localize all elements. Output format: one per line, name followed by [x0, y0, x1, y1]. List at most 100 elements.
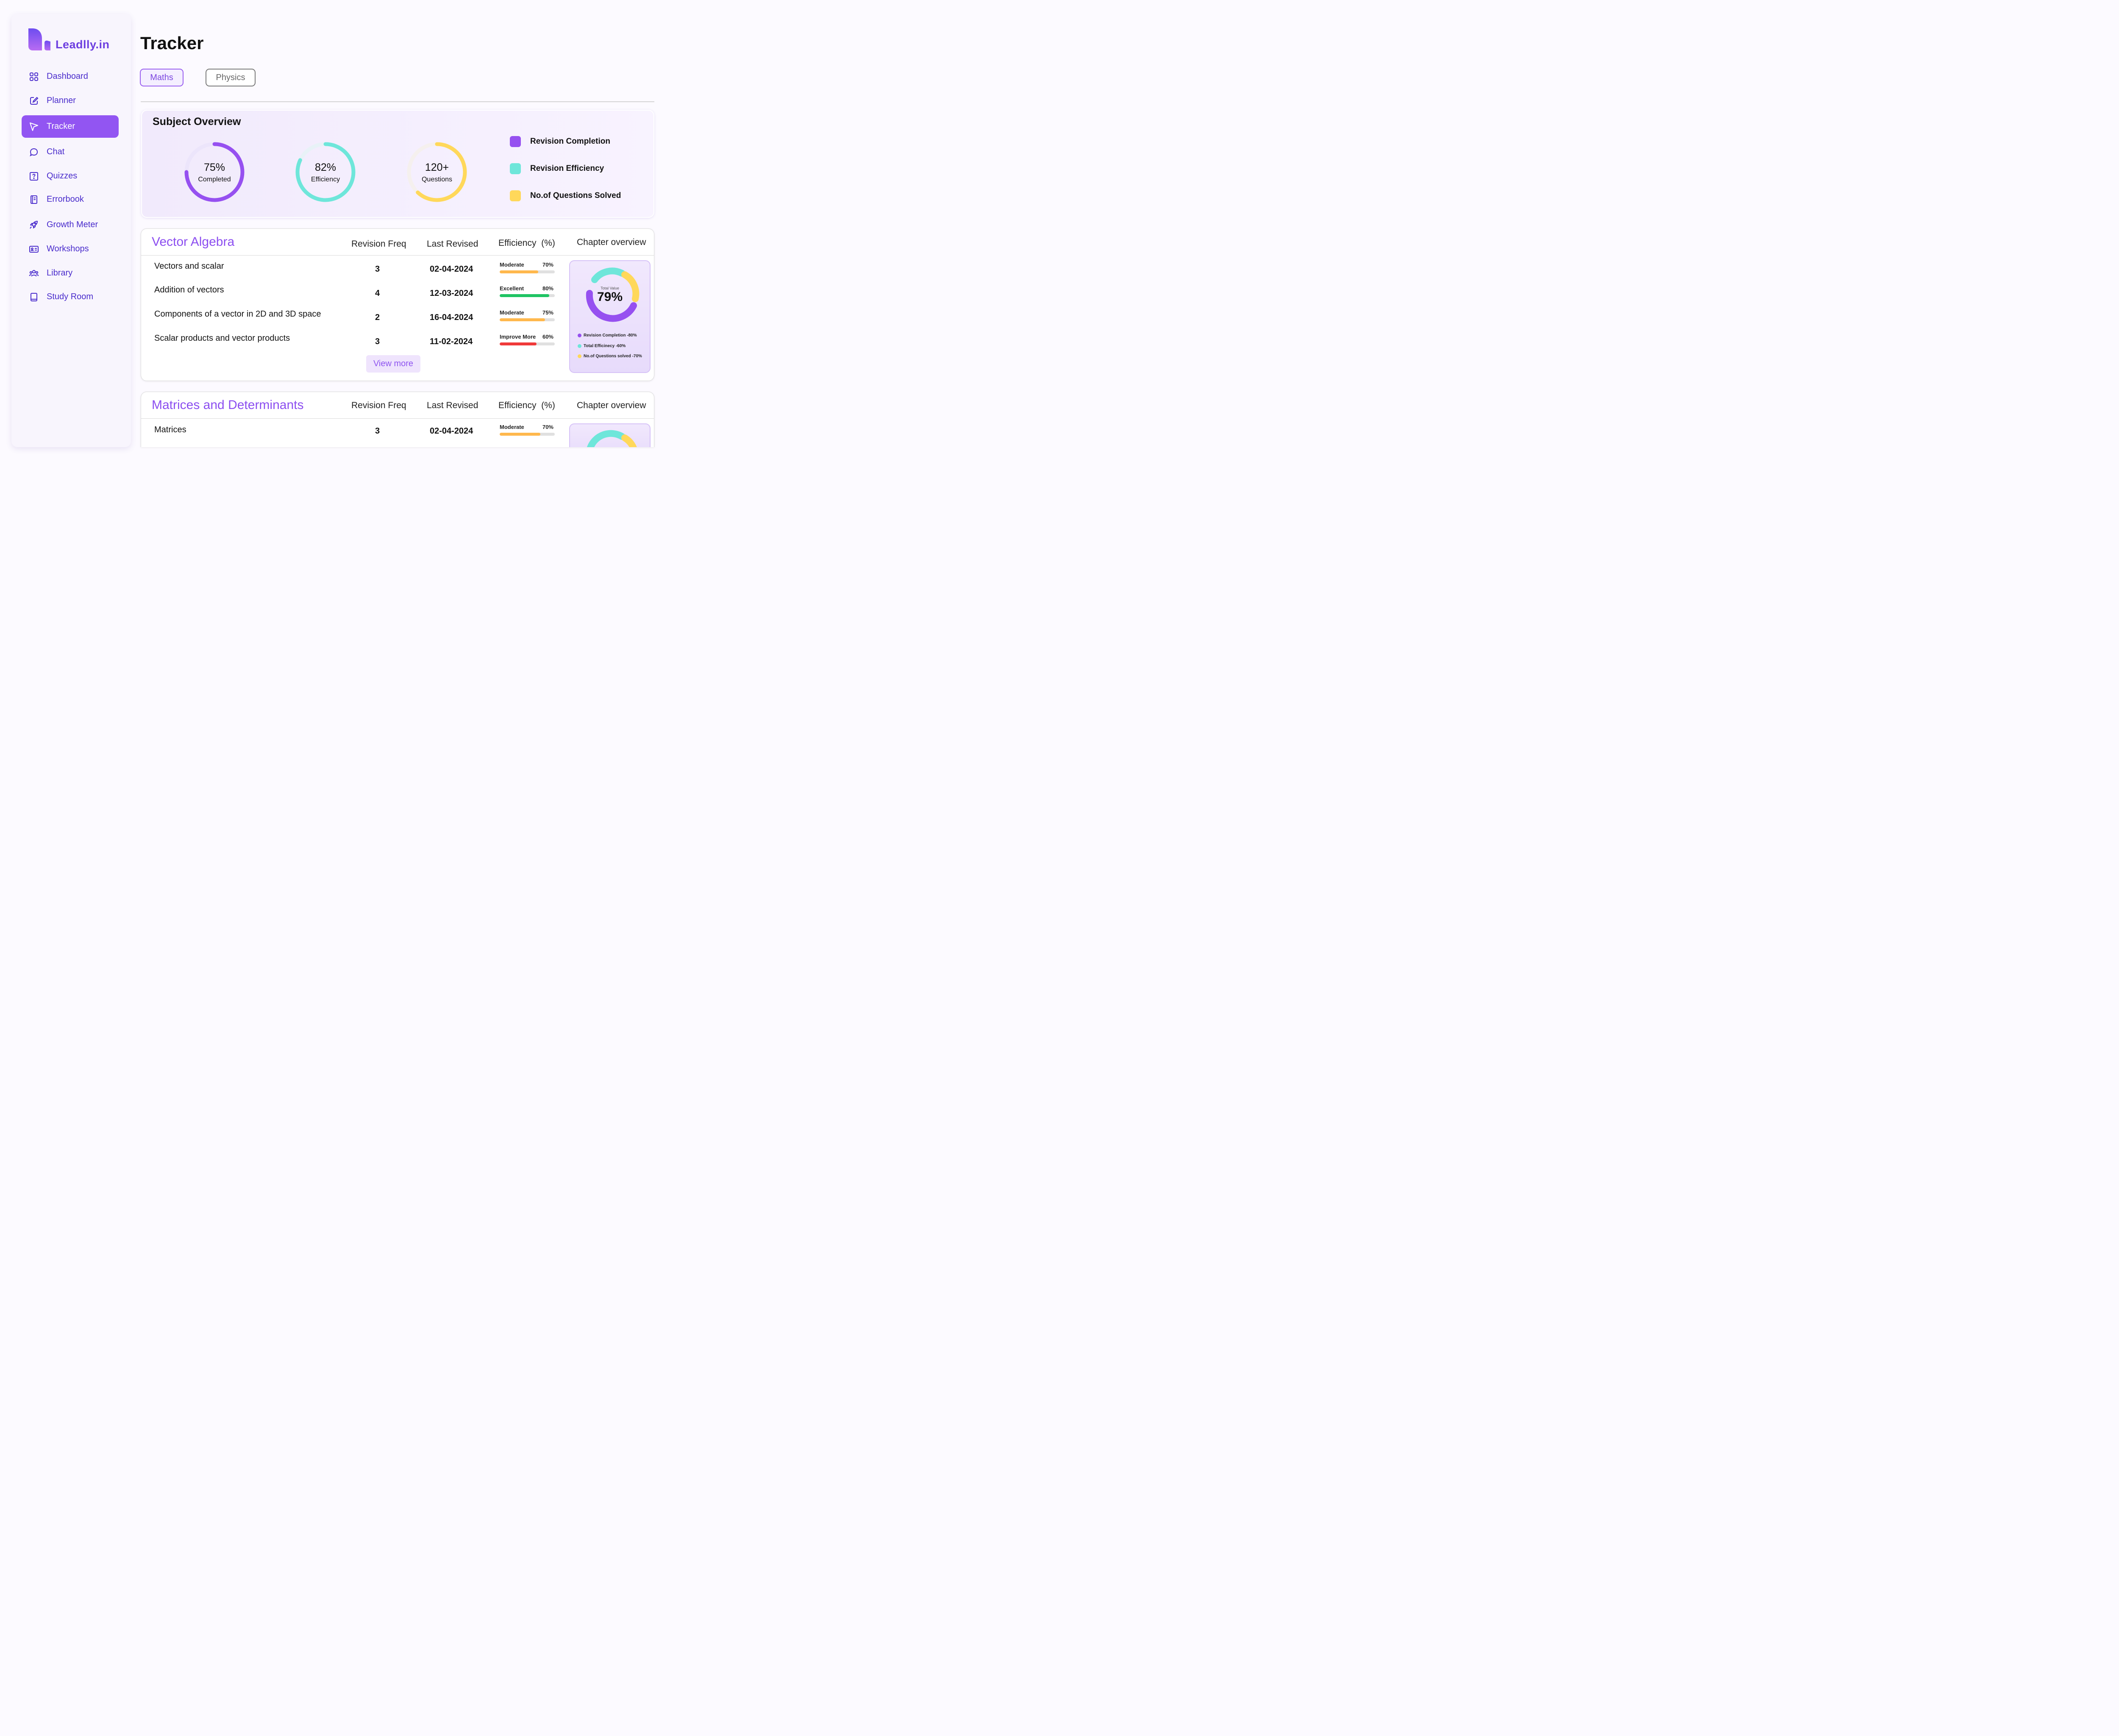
sidebar-item-label: Quizzes [47, 171, 78, 181]
sidebar-item-tracker[interactable]: Tracker [22, 115, 119, 138]
legend-dot [578, 334, 581, 337]
book-icon [29, 195, 39, 205]
donut-segment-efficiency [587, 430, 626, 447]
total-value: 79% [597, 290, 623, 304]
users-icon [29, 268, 39, 278]
legend-value: -60% [615, 344, 626, 348]
topic-name: Scalar products and vector products [154, 334, 290, 343]
legend-value: -80% [627, 333, 637, 338]
sidebar-item-library[interactable]: Library [22, 262, 119, 284]
legend-label: Revision Completion [530, 137, 610, 146]
header-divider [141, 101, 654, 102]
efficiency-caption: Efficiency [311, 176, 340, 183]
sidebar-item-quizzes[interactable]: Quizzes [22, 165, 119, 187]
topic-freq: 3 [375, 264, 380, 274]
col-header-efficiency: Efficiency (%) [498, 238, 555, 248]
topic-freq: 2 [375, 313, 380, 322]
col-header-last-revised: Last Revised [427, 401, 478, 410]
donut-segment-efficiency [591, 267, 626, 283]
brand-name: Leadlly.in [56, 38, 110, 51]
sidebar-item-study-room[interactable]: Study Room [22, 286, 119, 308]
topic-last-revised: 02-04-2024 [430, 264, 473, 274]
efficiency-bar [500, 342, 555, 345]
col-header-efficiency: Efficiency (%) [498, 401, 555, 411]
sidebar-item-label: Growth Meter [47, 220, 98, 229]
sidebar-item-planner[interactable]: Planner [22, 89, 119, 112]
efficiency-bar [500, 433, 555, 436]
sidebar-item-dashboard[interactable]: Dashboard [22, 65, 119, 88]
leadlly-logo-icon [28, 28, 50, 50]
completion-caption: Completed [198, 176, 231, 183]
efficiency-bar-fill [500, 270, 538, 273]
tab-maths[interactable]: Maths [140, 69, 184, 86]
sidebar-item-label: Planner [47, 96, 76, 105]
donut-segment-questions [621, 434, 637, 447]
topic-name: Components of a vector in 2D and 3D spac… [154, 309, 321, 319]
legend-label: Total Efficinecy [584, 344, 615, 348]
sidebar-item-chat[interactable]: Chat [22, 141, 119, 163]
efficiency-bar-fill [500, 294, 549, 297]
question-icon [29, 171, 39, 181]
efficiency-bar [500, 294, 555, 297]
sidebar-item-label: Study Room [47, 292, 94, 301]
overview-legend-questions-solved: No.of Questions solved -70% [578, 354, 642, 359]
sidebar-item-growth-meter[interactable]: Growth Meter [22, 214, 119, 236]
topic-efficiency: Improve More 60% [500, 334, 555, 345]
efficiency-status: Moderate [500, 309, 524, 316]
efficiency-percent: 70% [542, 424, 553, 430]
chapter-overview-card[interactable] [569, 423, 651, 447]
chapter-overview-donut [587, 430, 637, 447]
completion-value: 75% [203, 161, 225, 173]
chapter-header-divider [141, 255, 654, 256]
topic-last-revised: 11-02-2024 [430, 337, 473, 346]
legend-label: Revision Efficiency [530, 164, 604, 173]
efficiency-bar [500, 318, 555, 321]
efficiency-status: Improve More [500, 334, 536, 340]
sidebar-item-label: Dashboard [47, 72, 88, 81]
legend-dot [578, 344, 581, 348]
questions-ring: 120+ Questions [406, 141, 468, 203]
sidebar-item-workshops[interactable]: Workshops [22, 238, 119, 260]
sidebar: Leadlly.in Dashboard Planner Tracker Cha… [11, 14, 131, 447]
tablet-icon [29, 292, 39, 302]
sidebar-item-label: Errorbook [47, 195, 84, 204]
topic-last-revised: 02-04-2024 [430, 426, 473, 436]
col-header-revision-freq: Revision Freq [351, 401, 406, 410]
efficiency-status: Moderate [500, 424, 524, 430]
topic-efficiency: Moderate 70% [500, 424, 555, 436]
sidebar-item-errorbook[interactable]: Errorbook [22, 188, 119, 211]
efficiency-percent: 75% [542, 309, 553, 316]
topic-freq: 4 [375, 289, 380, 298]
sidebar-item-label: Library [47, 268, 73, 278]
col-header-efficiency-unit: (%) [541, 238, 555, 248]
topic-name: Vectors and scalar [154, 262, 224, 271]
completion-ring: 75% Completed [184, 141, 245, 203]
chat-icon [29, 147, 39, 157]
efficiency-bar-fill [500, 342, 537, 345]
chapter-overview-card[interactable]: Total Value 79% Revision Completion -80%… [569, 260, 651, 373]
id-card-icon [29, 244, 39, 254]
legend-dot [578, 354, 581, 358]
legend-revision-efficiency: Revision Efficiency [510, 163, 604, 174]
topic-name: Addition of vectors [154, 285, 224, 295]
legend-questions-solved: No.of Questions Solved [510, 190, 621, 201]
col-header-revision-freq: Revision Freq [351, 239, 406, 249]
cursor-icon [29, 122, 39, 132]
chapter-card-matrices: Matrices and Determinants Revision Freq … [141, 392, 654, 447]
col-header-efficiency-label: Efficiency [498, 238, 537, 248]
efficiency-bar-fill [500, 433, 541, 436]
efficiency-percent: 80% [542, 285, 553, 292]
grid-icon [29, 72, 39, 82]
view-more-button[interactable]: View more [366, 355, 420, 373]
efficiency-bar-fill [500, 318, 545, 321]
chapter-title: Matrices and Determinants [152, 398, 304, 412]
questions-value: 120+ [425, 161, 449, 173]
efficiency-ring: 82% Efficiency [295, 141, 356, 203]
topic-freq: 3 [375, 426, 380, 436]
brand-logo[interactable]: Leadlly.in [28, 28, 110, 51]
tab-physics[interactable]: Physics [206, 69, 256, 86]
chapter-card-vector-algebra: Vector Algebra Revision Freq Last Revise… [141, 228, 654, 381]
efficiency-status: Moderate [500, 262, 524, 268]
col-header-efficiency-unit: (%) [541, 401, 555, 410]
overview-legend-total-efficiency: Total Efficinecy -60% [578, 344, 626, 348]
